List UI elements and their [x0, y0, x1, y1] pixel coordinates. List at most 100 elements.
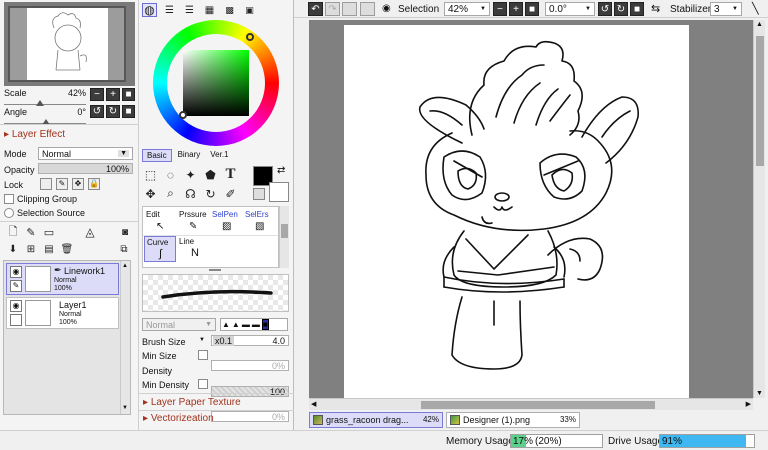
flip-horizontal-icon[interactable]: ⇆	[651, 2, 660, 15]
tool-selpen[interactable]: SelPen ▨	[210, 208, 242, 235]
tool-selers[interactable]: SelErs ▧	[243, 208, 275, 235]
fill-icon[interactable]: ⬟	[202, 166, 219, 183]
magic-wand-icon[interactable]: ✦	[182, 166, 199, 183]
merge-visible-icon[interactable]: ⧉	[116, 242, 132, 256]
navigator[interactable]	[4, 2, 135, 86]
lock-transparency-icon[interactable]	[40, 178, 52, 190]
transfer-down-icon[interactable]: ⬇	[6, 242, 20, 256]
min-density-checkbox[interactable]	[198, 379, 208, 389]
vectorization-header[interactable]: ▸ Vectorizeation	[143, 413, 214, 424]
tool-pressure[interactable]: Prssure ✎	[177, 208, 209, 235]
layer-mask-icon[interactable]: ◙	[118, 225, 132, 239]
min-size-checkbox[interactable]	[198, 350, 208, 360]
rotate-left-button[interactable]: ↺	[90, 105, 104, 118]
panel-splitter[interactable]	[209, 269, 221, 271]
zoom-select[interactable]: 42% ▼	[444, 2, 490, 16]
toolbar-zoom-reset-button[interactable]: ■	[525, 2, 539, 16]
min-size-slider[interactable]: 0%	[211, 360, 289, 371]
tool-line[interactable]: Line N	[177, 236, 209, 262]
toolbar-rotate-reset-button[interactable]: ■	[630, 2, 644, 16]
selection-source-radio[interactable]	[4, 208, 14, 218]
opacity-slider[interactable]: 100%	[38, 163, 133, 174]
delete-layer-icon[interactable]: 🗑	[60, 242, 74, 256]
rotate-reset-button[interactable]: ■	[122, 105, 135, 118]
zoom-out-button[interactable]: −	[90, 88, 104, 101]
zoom-in-button[interactable]: +	[106, 88, 120, 101]
scroll-left-icon[interactable]: ◀	[311, 400, 316, 408]
saturation-value-square[interactable]	[183, 50, 249, 116]
swap-colors-icon[interactable]: ⇄	[277, 165, 285, 176]
horizontal-scroll-thumb[interactable]	[421, 401, 655, 409]
tip-flat-icon[interactable]: ▬	[252, 320, 260, 329]
rotation-select[interactable]: 0.0° ▼	[545, 2, 595, 16]
chevron-down-icon[interactable]: ▼	[199, 337, 205, 343]
canvas[interactable]	[344, 25, 689, 398]
tool-palette-scrollbar[interactable]	[279, 206, 289, 268]
merge-down-icon[interactable]: ⊞	[24, 242, 38, 256]
paper-texture-header[interactable]: ▸ Layer Paper Texture	[143, 397, 241, 408]
tip-round-icon[interactable]: ▲	[232, 320, 240, 329]
tool-curve[interactable]: Curve ∫	[144, 236, 176, 262]
background-color-swatch[interactable]	[269, 182, 289, 202]
rectangle-select-icon[interactable]: ⬚	[142, 166, 159, 183]
layer-row[interactable]: ◉ ✎ ✒ Linework1 Normal 100%	[6, 263, 119, 295]
tool-edit[interactable]: Edit ↖	[144, 208, 176, 235]
layer-effect-header[interactable]: ▸ Layer Effect	[4, 129, 65, 140]
toolbar-rotate-right-button[interactable]: ↻	[614, 2, 628, 16]
lock-all-icon[interactable]: 🔒	[88, 178, 100, 190]
layer-lock-slot[interactable]	[10, 314, 22, 326]
tab-basic[interactable]: Basic	[142, 149, 172, 162]
swatches-icon[interactable]: ▦	[202, 3, 217, 17]
lock-move-icon[interactable]: ✥	[72, 178, 84, 190]
color-wheel-icon[interactable]: ◍	[142, 3, 157, 17]
lock-paint-icon[interactable]: ✎	[56, 178, 68, 190]
mode-select[interactable]: Normal ▼	[38, 147, 133, 160]
zoom-reset-button[interactable]: ■	[122, 88, 135, 101]
min-density-slider[interactable]: 0%	[211, 411, 289, 422]
scale-slider[interactable]	[4, 98, 86, 106]
tip-square-icon[interactable]: ■	[261, 319, 269, 330]
document-tab[interactable]: Designer (1).png 33%	[446, 412, 580, 428]
deselect-button[interactable]	[342, 2, 357, 16]
user-swatches-icon[interactable]: ▩	[222, 3, 237, 17]
rotate-view-icon[interactable]: ↻	[202, 185, 219, 202]
hsv-sliders-icon[interactable]: ☰	[182, 3, 197, 17]
toolbar-zoom-out-button[interactable]: −	[493, 2, 507, 16]
clear-layer-icon[interactable]: ▤	[42, 242, 56, 256]
density-slider[interactable]: 100	[211, 386, 289, 397]
lasso-icon[interactable]: ◌	[162, 166, 179, 183]
clipping-group-checkbox[interactable]	[4, 194, 14, 204]
new-layer-icon[interactable]: 🗋	[6, 225, 20, 239]
tab-binary[interactable]: Binary	[174, 149, 205, 162]
eye-icon[interactable]: ◉	[10, 266, 22, 278]
color-wheel[interactable]	[153, 20, 279, 146]
stabilizer-select[interactable]: 3 ▼	[710, 2, 742, 16]
scroll-right-icon[interactable]: ▶	[746, 400, 751, 408]
brush-tip-selector[interactable]: ▲ ▲ ▬ ▬ ■	[220, 318, 288, 331]
brush-size-slider[interactable]: x0.1 4.0	[211, 335, 289, 346]
transparent-color-swatch[interactable]	[253, 188, 265, 200]
text-icon[interactable]: T	[222, 166, 239, 183]
scroll-up-icon[interactable]: ▲	[756, 21, 763, 28]
hand-icon[interactable]: ☊	[182, 185, 199, 202]
new-folder-icon[interactable]: ▭	[42, 225, 56, 239]
brush-blend-select[interactable]: Normal ▼	[142, 318, 216, 331]
tip-dome-icon[interactable]: ▬	[242, 320, 250, 329]
document-tab[interactable]: grass_racoon drag... 42%	[309, 412, 443, 428]
eyedropper-icon[interactable]: ✐	[222, 185, 239, 202]
layer-move-icon[interactable]: ◬	[82, 224, 98, 240]
rgb-sliders-icon[interactable]: ☰	[162, 3, 177, 17]
tab-ver1[interactable]: Ver.1	[206, 149, 232, 162]
toolbar-rotate-left-button[interactable]: ↺	[598, 2, 612, 16]
new-linework-layer-icon[interactable]: ✎	[24, 225, 38, 239]
redo-button[interactable]: ↷	[325, 2, 340, 16]
toolbar-zoom-in-button[interactable]: +	[509, 2, 523, 16]
eye-icon[interactable]: ◉	[10, 300, 22, 312]
canvas-vertical-scrollbar[interactable]: ▲ ▼	[753, 20, 765, 398]
scroll-down-icon[interactable]: ▼	[756, 390, 763, 397]
tip-triangle-icon[interactable]: ▲	[222, 320, 230, 329]
vertical-scroll-thumb[interactable]	[756, 36, 764, 166]
pen-tilt-icon[interactable]: ╲	[752, 2, 759, 15]
canvas-horizontal-scrollbar[interactable]: ◀ ▶	[309, 398, 753, 410]
undo-button[interactable]: ↶	[308, 2, 323, 16]
